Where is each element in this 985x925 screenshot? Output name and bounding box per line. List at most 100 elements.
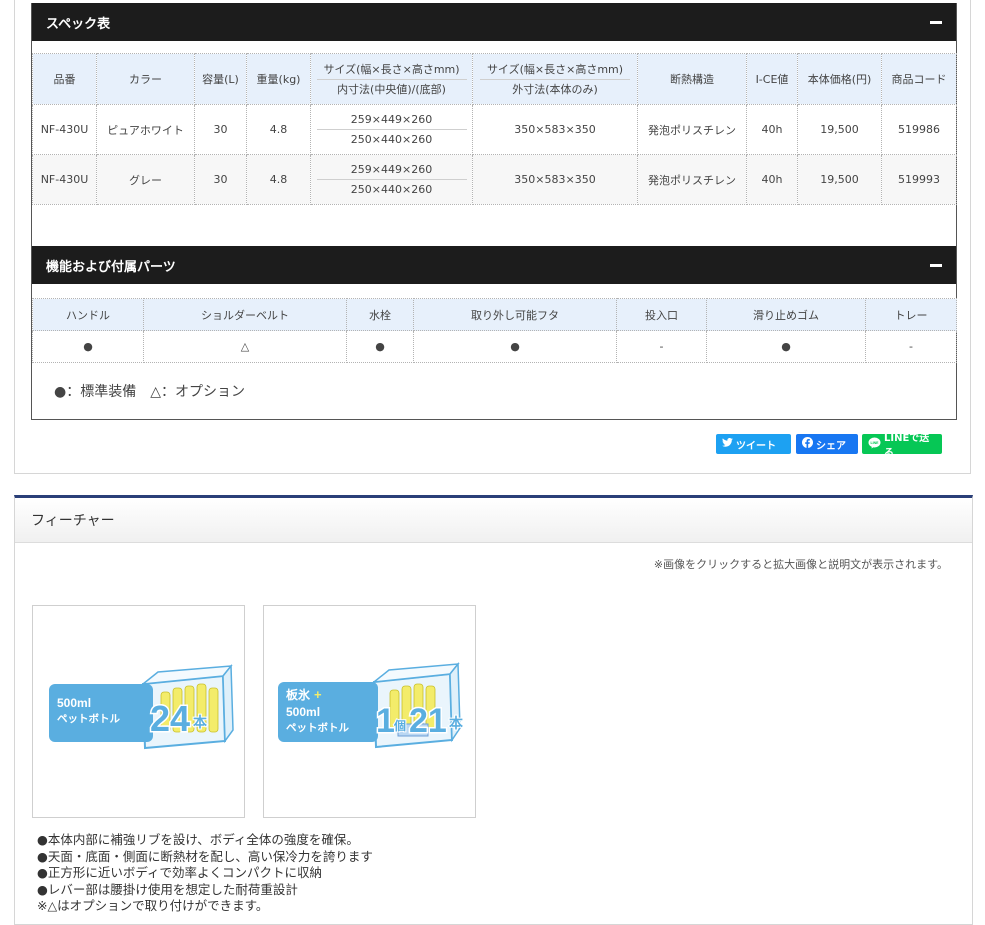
header-insulation: 断熱構造: [637, 53, 747, 105]
feature-header: フィーチャー: [15, 498, 972, 543]
cell-inner-size-center: 259×449×260: [350, 113, 433, 126]
cell-model: NF-430U: [32, 154, 97, 205]
cell-inner-size-bottom: 250×440×260: [350, 133, 433, 146]
table-row: NF-430U グレー 30 4.8 259×449×260 250×440×2…: [32, 154, 957, 205]
line-share-label: LINEで送る: [884, 433, 930, 459]
parts-header-inlet: 投入口: [616, 298, 707, 331]
feature-note: ※画像をクリックすると拡大画像と説明文が表示されます。: [653, 558, 948, 571]
parts-legend: ●：標準装備 △：オプション: [54, 384, 245, 400]
image-count-1: 1: [376, 702, 395, 740]
image-label-plus: +: [314, 687, 322, 702]
image-label-pet-bottle: ペットボトル: [57, 712, 120, 725]
header-outer-size: サイズ(幅×長さ×高さmm) 外寸法(本体のみ): [472, 53, 638, 105]
spec-title: スペック表: [46, 16, 111, 32]
list-item: ※△はオプションで取り付けができます。: [37, 898, 269, 913]
list-item: ●天面・底面・側面に断熱材を配し、高い保冷力を誇ります: [37, 848, 373, 864]
parts-header-tray: トレー: [865, 298, 957, 331]
header-product-code: 商品コード: [881, 53, 957, 105]
collapse-icon[interactable]: [930, 263, 942, 267]
image-unit: 本: [449, 715, 464, 732]
parts-header-shoulder-belt: ショルダーベルト: [143, 298, 347, 331]
feature-image-24-bottles[interactable]: 500ml ペットボトル 24 本: [32, 605, 245, 818]
feature-image-ice-and-bottles[interactable]: 板氷 + 500ml ペットボトル 1 個 21 本: [263, 605, 476, 818]
cell-product-code: 519993: [881, 154, 957, 205]
table-row: ● △ ● ● - ● -: [32, 330, 957, 363]
feature-list: ●本体内部に補強リブを設け、ボディ全体の強度を確保。 ●天面・底面・側面に断熱材…: [37, 832, 373, 915]
spec-panel: スペック表 品番 カラー 容量(L) 重量(kg) サイズ(幅×長さ×高さmm)…: [31, 3, 957, 247]
table-row: NF-430U ピュアホワイト 30 4.8 259×449×260 250×4…: [32, 104, 957, 155]
list-item: ●正方形に近いボディで効率よくコンパクトに収納: [37, 865, 323, 880]
parts-panel-header[interactable]: 機能および付属パーツ: [32, 246, 956, 284]
list-item: ●本体内部に補強リブを設け、ボディ全体の強度を確保。: [37, 832, 359, 847]
header-inner-size: サイズ(幅×長さ×高さmm) 内寸法(中央値)/(底部): [310, 53, 473, 105]
header-capacity: 容量(L): [194, 53, 247, 105]
parts-value-removable-lid: ●: [413, 330, 617, 363]
cell-insulation: 発泡ポリスチレン: [637, 154, 747, 205]
header-outer-size-line1: サイズ(幅×長さ×高さmm): [486, 62, 624, 76]
facebook-share-label: シェア: [816, 440, 846, 452]
parts-header-anti-slip: 滑り止めゴム: [706, 298, 866, 331]
header-ice-value: I-CE値: [746, 53, 798, 105]
cell-product-code: 519986: [881, 104, 957, 155]
cell-capacity: 30: [194, 154, 247, 205]
cell-outer-size: 350×583×350: [472, 154, 638, 205]
cell-capacity: 30: [194, 104, 247, 155]
cell-inner-size: 259×449×260 250×440×260: [310, 154, 473, 205]
parts-table: ハンドル ショルダーベルト 水栓 取り外し可能フタ 投入口 滑り止めゴム トレー…: [32, 298, 957, 363]
twitter-icon: [722, 437, 733, 450]
image-count-21: 21: [409, 702, 447, 740]
facebook-share-button[interactable]: シェア: [796, 434, 858, 454]
header-outer-size-line2: 外寸法(本体のみ): [512, 82, 598, 96]
tweet-label: ツイート: [736, 440, 776, 452]
image-unit-piece: 個: [393, 718, 406, 733]
parts-panel: 機能および付属パーツ ハンドル ショルダーベルト 水栓 取り外し可能フタ 投入口…: [31, 246, 957, 420]
capacity-illustration: 500ml ペットボトル 24 本: [49, 663, 234, 750]
feature-title: フィーチャー: [31, 513, 115, 529]
cell-model: NF-430U: [32, 104, 97, 155]
cell-color: グレー: [96, 154, 195, 205]
collapse-icon[interactable]: [930, 20, 942, 24]
line-icon: LINE: [868, 437, 881, 452]
header-inner-size-line2: 内寸法(中央値)/(底部): [337, 82, 446, 96]
parts-value-tray: -: [865, 330, 957, 363]
cell-inner-size: 259×449×260 250×440×260: [310, 104, 473, 155]
header-weight: 重量(kg): [246, 53, 311, 105]
image-count-24: 24: [150, 698, 190, 739]
parts-value-shoulder-belt: △: [143, 330, 347, 363]
cell-insulation: 発泡ポリスチレン: [637, 104, 747, 155]
svg-text:LINE: LINE: [871, 441, 880, 445]
facebook-icon: [802, 437, 813, 451]
cell-inner-size-bottom: 250×440×260: [350, 183, 433, 196]
cell-ice-value: 40h: [746, 154, 798, 205]
parts-header-handle: ハンドル: [32, 298, 144, 331]
tweet-button[interactable]: ツイート: [716, 434, 791, 454]
cell-inner-size-center: 259×449×260: [350, 163, 433, 176]
parts-value-handle: ●: [32, 330, 144, 363]
image-unit: 本: [193, 714, 208, 731]
spec-table: 品番 カラー 容量(L) 重量(kg) サイズ(幅×長さ×高さmm) 内寸法(中…: [32, 53, 957, 205]
spec-panel-header[interactable]: スペック表: [32, 3, 956, 41]
parts-header-drain: 水栓: [346, 298, 414, 331]
parts-value-anti-slip: ●: [706, 330, 866, 363]
header-price: 本体価格(円): [797, 53, 882, 105]
feature-section: フィーチャー ※画像をクリックすると拡大画像と説明文が表示されます。 500ml…: [14, 495, 973, 925]
image-label-pet-bottle: ペットボトル: [286, 721, 349, 734]
header-color: カラー: [96, 53, 195, 105]
parts-value-drain: ●: [346, 330, 414, 363]
cell-weight: 4.8: [246, 154, 311, 205]
line-share-button[interactable]: LINE LINEで送る: [862, 433, 942, 459]
cell-color: ピュアホワイト: [96, 104, 195, 155]
image-label-ice-plate: 板氷: [286, 687, 311, 702]
cell-price: 19,500: [797, 104, 882, 155]
cell-ice-value: 40h: [746, 104, 798, 155]
spec-header-row: 品番 カラー 容量(L) 重量(kg) サイズ(幅×長さ×高さmm) 内寸法(中…: [32, 53, 957, 105]
parts-header-removable-lid: 取り外し可能フタ: [413, 298, 617, 331]
header-model: 品番: [32, 53, 97, 105]
image-label-500ml: 500ml: [286, 705, 320, 719]
cell-weight: 4.8: [246, 104, 311, 155]
capacity-illustration: 板氷 + 500ml ペットボトル 1 個 21 本: [278, 661, 465, 749]
image-label-500ml: 500ml: [57, 696, 91, 710]
cell-price: 19,500: [797, 154, 882, 205]
list-item: ●レバー部は腰掛け使用を想定した耐荷重設計: [37, 881, 298, 897]
header-inner-size-line1: サイズ(幅×長さ×高さmm): [323, 62, 460, 76]
